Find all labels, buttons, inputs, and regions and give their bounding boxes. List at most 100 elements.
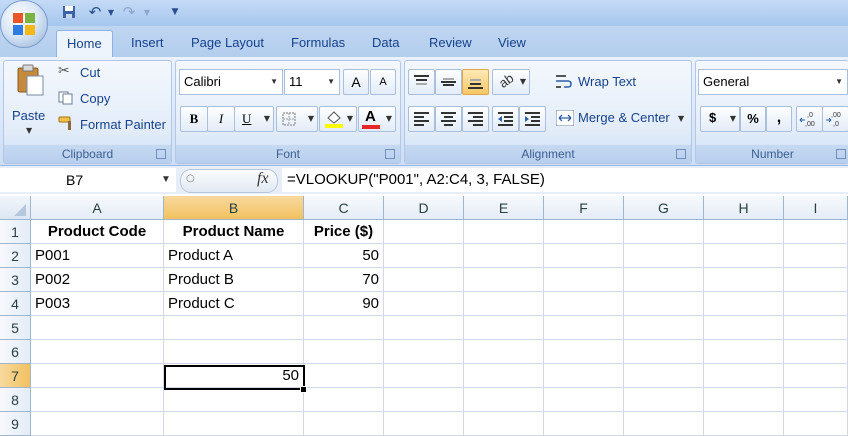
chevron-down-icon[interactable]: ▼	[386, 114, 392, 123]
increase-indent-button[interactable]	[519, 106, 546, 132]
cell-e8[interactable]	[464, 388, 544, 412]
bold-button[interactable]: B	[180, 106, 208, 132]
row-header-3[interactable]: 3	[0, 268, 31, 292]
cell-d4[interactable]	[384, 292, 464, 316]
number-format-combo[interactable]: General ▼	[698, 69, 848, 95]
align-left-button[interactable]	[408, 106, 435, 132]
cell-a7[interactable]	[31, 364, 164, 388]
align-center-button[interactable]	[435, 106, 462, 132]
cell-g5[interactable]	[624, 316, 704, 340]
cell-c1[interactable]: Price ($)	[304, 220, 384, 244]
cell-a6[interactable]	[31, 340, 164, 364]
cell-b4[interactable]: Product C	[164, 292, 304, 316]
chevron-down-icon[interactable]: ▼	[327, 70, 335, 94]
cell-i3[interactable]	[784, 268, 848, 292]
cell-h7[interactable]	[704, 364, 784, 388]
column-header-d[interactable]: D	[384, 196, 464, 220]
cell-a4[interactable]: P003	[31, 292, 164, 316]
cell-c5[interactable]	[304, 316, 384, 340]
cell-i2[interactable]	[784, 244, 848, 268]
cell-g4[interactable]	[624, 292, 704, 316]
cell-i5[interactable]	[784, 316, 848, 340]
row-header-6[interactable]: 6	[0, 340, 31, 364]
cell-a8[interactable]	[31, 388, 164, 412]
chevron-down-icon[interactable]: ▼	[520, 77, 526, 86]
top-align-button[interactable]	[408, 69, 435, 95]
cell-e9[interactable]	[464, 412, 544, 436]
column-header-b[interactable]: B	[164, 196, 304, 220]
bottom-align-button[interactable]	[462, 69, 489, 95]
redo-dropdown-icon[interactable]: ▼	[142, 3, 152, 22]
tab-page-layout[interactable]: Page Layout	[181, 34, 274, 57]
font-color-button[interactable]: A ▼	[358, 106, 396, 132]
font-launcher-icon[interactable]	[385, 149, 395, 159]
cell-f8[interactable]	[544, 388, 624, 412]
underline-button[interactable]: U ▼	[234, 106, 274, 132]
cell-c4[interactable]: 90	[304, 292, 384, 316]
column-header-e[interactable]: E	[464, 196, 544, 220]
undo-dropdown-icon[interactable]: ▼	[106, 3, 116, 22]
cell-e2[interactable]	[464, 244, 544, 268]
cell-e4[interactable]	[464, 292, 544, 316]
cell-d5[interactable]	[384, 316, 464, 340]
font-size-combo[interactable]: 11 ▼	[284, 69, 340, 95]
format-painter-button[interactable]: Format Painter	[58, 115, 170, 135]
office-button[interactable]	[0, 0, 48, 48]
orientation-button[interactable]: ab ▼	[492, 69, 530, 95]
cell-h2[interactable]	[704, 244, 784, 268]
paste-button[interactable]: Paste ▼	[9, 64, 51, 140]
row-header-9[interactable]: 9	[0, 412, 31, 436]
cell-a9[interactable]	[31, 412, 164, 436]
cell-a3[interactable]: P002	[31, 268, 164, 292]
cell-d2[interactable]	[384, 244, 464, 268]
cut-button[interactable]: ✂ Cut	[58, 63, 168, 83]
redo-icon[interactable]: ↷	[120, 3, 138, 22]
cell-a1[interactable]: Product Code	[31, 220, 164, 244]
cell-i4[interactable]	[784, 292, 848, 316]
chevron-down-icon[interactable]: ▼	[835, 70, 843, 94]
currency-button[interactable]: $ ▼	[700, 106, 740, 132]
cell-b8[interactable]	[164, 388, 304, 412]
align-right-button[interactable]	[462, 106, 489, 132]
column-header-f[interactable]: F	[544, 196, 624, 220]
cell-g9[interactable]	[624, 412, 704, 436]
select-all-corner[interactable]	[0, 196, 31, 220]
cell-d8[interactable]	[384, 388, 464, 412]
cell-f6[interactable]	[544, 340, 624, 364]
cell-i7[interactable]	[784, 364, 848, 388]
cell-f1[interactable]	[544, 220, 624, 244]
chevron-down-icon[interactable]: ▼	[678, 114, 684, 123]
cell-b9[interactable]	[164, 412, 304, 436]
column-header-h[interactable]: H	[704, 196, 784, 220]
cell-f2[interactable]	[544, 244, 624, 268]
cell-d3[interactable]	[384, 268, 464, 292]
cell-b2[interactable]: Product A	[164, 244, 304, 268]
cell-e6[interactable]	[464, 340, 544, 364]
cell-h9[interactable]	[704, 412, 784, 436]
chevron-down-icon[interactable]: ▼	[161, 168, 171, 192]
decrease-indent-button[interactable]	[492, 106, 519, 132]
merge-center-button[interactable]: Merge & Center ▼	[554, 106, 688, 130]
column-header-c[interactable]: C	[304, 196, 384, 220]
paste-dropdown-icon[interactable]: ▼	[26, 126, 32, 135]
tab-review[interactable]: Review	[419, 34, 482, 57]
cell-g1[interactable]	[624, 220, 704, 244]
cell-f4[interactable]	[544, 292, 624, 316]
insert-function-icon[interactable]: fx	[257, 170, 269, 188]
cell-h8[interactable]	[704, 388, 784, 412]
customize-qat-icon[interactable]: ▼	[168, 3, 182, 22]
cell-g8[interactable]	[624, 388, 704, 412]
cell-f3[interactable]	[544, 268, 624, 292]
copy-button[interactable]: Copy	[58, 89, 168, 109]
column-header-i[interactable]: I	[784, 196, 848, 220]
shrink-font-button[interactable]: A	[370, 69, 396, 95]
cell-e7[interactable]	[464, 364, 544, 388]
cell-f9[interactable]	[544, 412, 624, 436]
italic-button[interactable]: I	[207, 106, 235, 132]
row-header-8[interactable]: 8	[0, 388, 31, 412]
cell-c7[interactable]	[304, 364, 384, 388]
tab-insert[interactable]: Insert	[121, 34, 174, 57]
fill-handle[interactable]	[300, 386, 307, 393]
cell-i1[interactable]	[784, 220, 848, 244]
row-header-5[interactable]: 5	[0, 316, 31, 340]
